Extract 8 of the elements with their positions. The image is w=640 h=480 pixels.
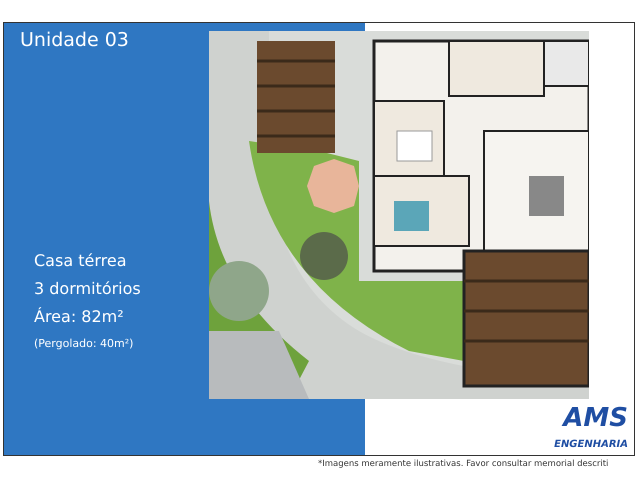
note-text: (Pergolado: 40m²) [34,337,134,350]
spec-text: Área: 82m² [34,307,125,326]
unit-title: Unidade 03 [20,29,130,51]
spec-text: Casa térrea [34,251,128,270]
logo-name: AMS [563,403,628,433]
disclaimer-text: *Imagens meramente ilustrativas. Favor consultar memorial descriti [317,458,608,469]
logo-tagline: ENGENHARIA [554,439,628,450]
spec-text: 3 dormitórios [34,279,142,298]
